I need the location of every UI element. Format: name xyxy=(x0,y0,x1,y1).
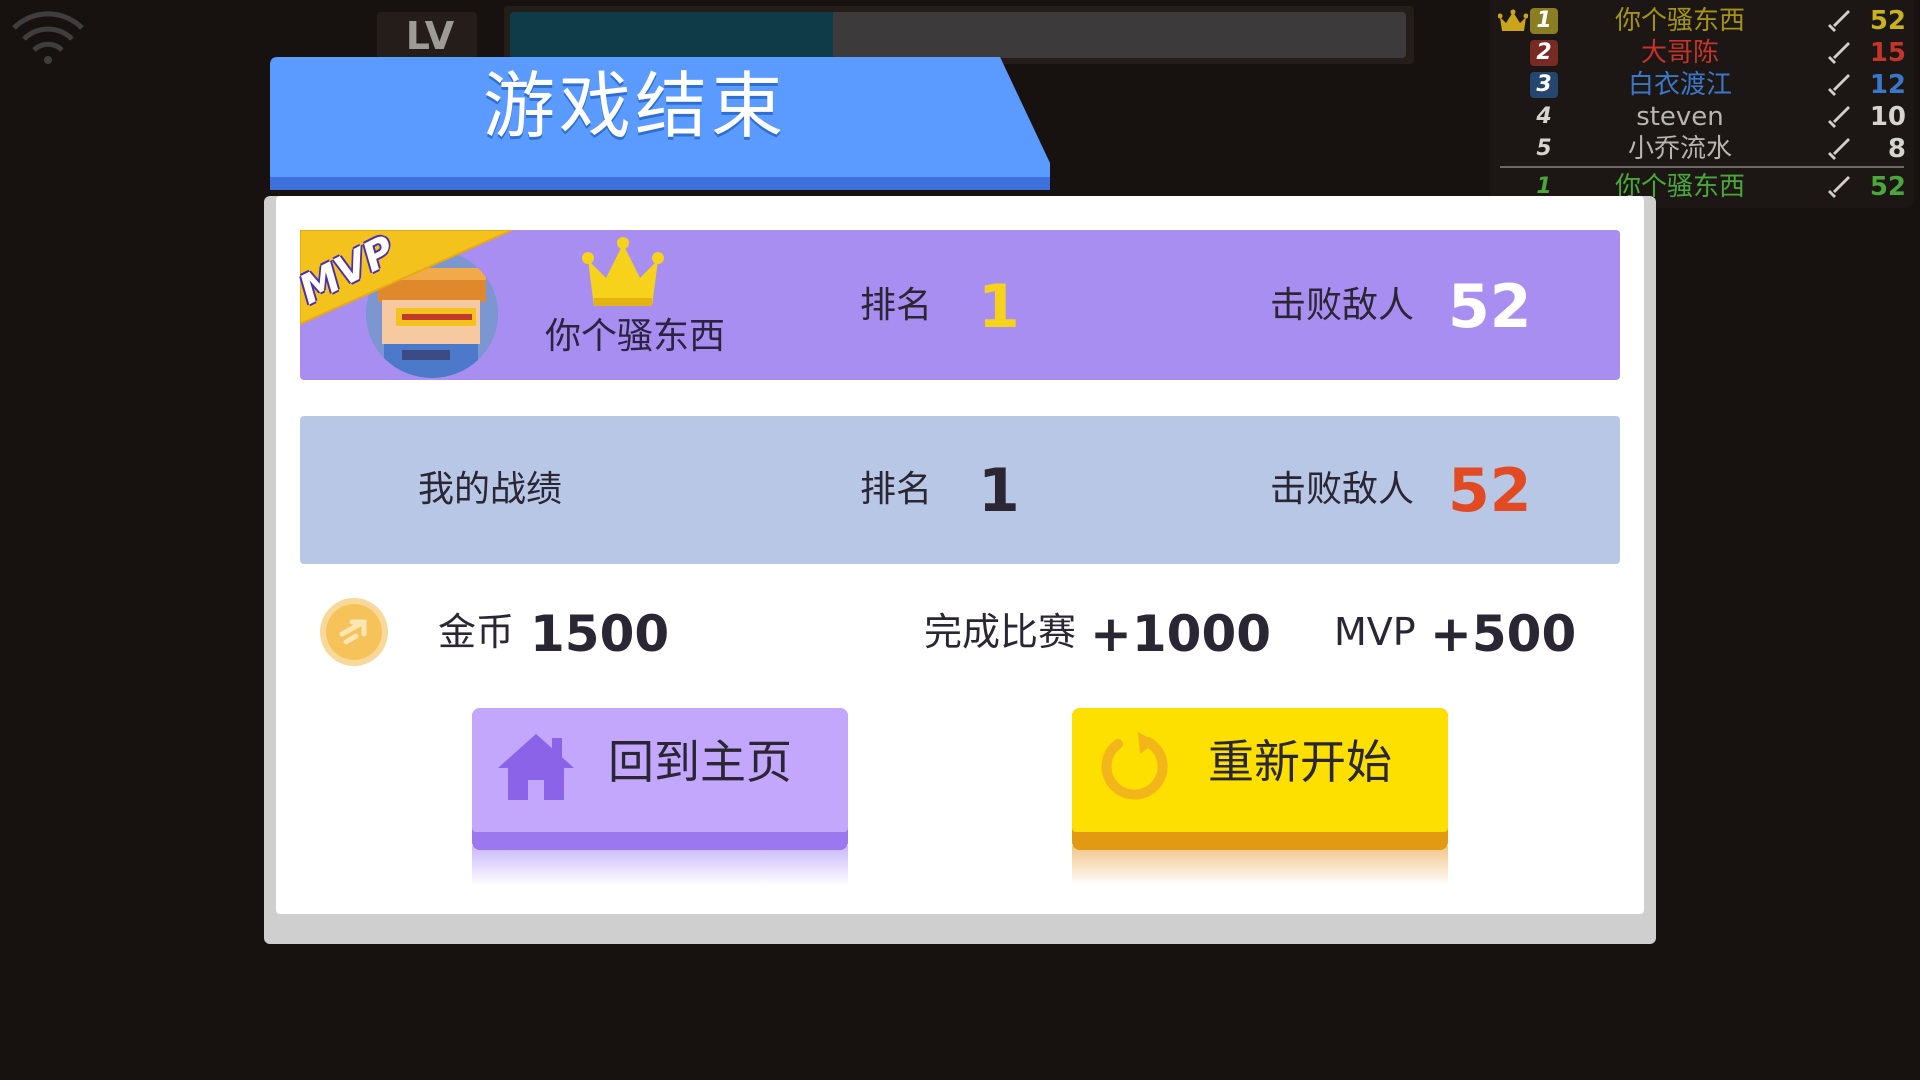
leaderboard: 1 你个骚东西 52 2 大哥陈 15 3 白衣渡江 12 4 steven 1… xyxy=(1490,0,1914,208)
kill-count: 10 xyxy=(1869,102,1906,132)
mvp-player-name: 你个骚东西 xyxy=(544,316,725,357)
sword-icon xyxy=(1828,138,1850,160)
leaderboard-row: 5 小乔流水 8 xyxy=(1490,134,1914,164)
coin-label: 金币 xyxy=(438,610,515,654)
xp-fill xyxy=(510,12,833,58)
player-name: steven xyxy=(1636,102,1724,132)
mvp-bonus: +500 xyxy=(1430,605,1577,663)
mvp-kills-value: 52 xyxy=(1448,272,1532,342)
sword-icon xyxy=(1828,106,1850,128)
kill-count: 12 xyxy=(1869,70,1906,100)
home-icon[interactable] xyxy=(496,730,576,802)
mvp-rank-value: 1 xyxy=(978,272,1020,342)
coin-value: 1500 xyxy=(530,605,670,663)
player-name: 白衣渡江 xyxy=(1627,70,1732,100)
game-over-title: 游戏结束 xyxy=(482,64,787,148)
my-rank-label: 排名 xyxy=(860,469,933,510)
player-name: 你个骚东西 xyxy=(1614,6,1745,36)
rank-badge: 1 xyxy=(1530,8,1558,34)
crown-icon xyxy=(582,237,664,306)
sword-icon xyxy=(1828,176,1850,198)
level-label: LV 24 xyxy=(404,14,457,106)
leaderboard-divider xyxy=(1500,166,1904,168)
wifi-icon xyxy=(12,11,84,64)
rank-badge: 4 xyxy=(1536,104,1552,129)
leaderboard-row: 2 大哥陈 15 xyxy=(1490,38,1914,68)
sword-icon xyxy=(1828,74,1850,96)
restart-icon[interactable] xyxy=(1096,728,1172,804)
kill-count: 15 xyxy=(1869,38,1906,68)
finish-label: 完成比赛 xyxy=(924,610,1077,654)
rank-badge: 5 xyxy=(1536,136,1552,161)
sword-icon xyxy=(1828,42,1850,64)
home-button-glow xyxy=(472,846,848,886)
restart-button-label[interactable]: 重新开始 xyxy=(1200,732,1400,792)
leaderboard-row: 3 白衣渡江 12 xyxy=(1490,70,1914,100)
mvp-kills-label: 击败敌人 xyxy=(1270,285,1415,326)
rank-badge: 2 xyxy=(1530,40,1558,66)
rank-badge: 3 xyxy=(1530,72,1558,98)
leaderboard-row: 4 steven 10 xyxy=(1490,102,1914,132)
leaderboard-row: 1 你个骚东西 52 xyxy=(1490,6,1914,36)
kill-count: 52 xyxy=(1869,6,1906,36)
my-kills-label: 击败敌人 xyxy=(1270,469,1415,510)
kill-count: 8 xyxy=(1887,134,1906,164)
my-stats-title: 我的战绩 xyxy=(418,469,563,510)
crown-icon xyxy=(1498,9,1528,31)
finish-bonus: +1000 xyxy=(1090,605,1272,663)
coin-icon xyxy=(320,598,388,666)
kill-count: 52 xyxy=(1869,172,1906,202)
restart-button-glow xyxy=(1072,846,1448,886)
player-name: 大哥陈 xyxy=(1640,38,1719,68)
my-rank-value: 1 xyxy=(978,456,1020,526)
home-button-label[interactable]: 回到主页 xyxy=(600,732,800,792)
mvp-rank-label: 排名 xyxy=(860,285,933,326)
my-kills-value: 52 xyxy=(1448,456,1532,526)
mvp-bonus-label: MVP xyxy=(1334,610,1416,654)
player-name: 小乔流水 xyxy=(1627,134,1732,164)
sword-icon xyxy=(1828,10,1850,32)
